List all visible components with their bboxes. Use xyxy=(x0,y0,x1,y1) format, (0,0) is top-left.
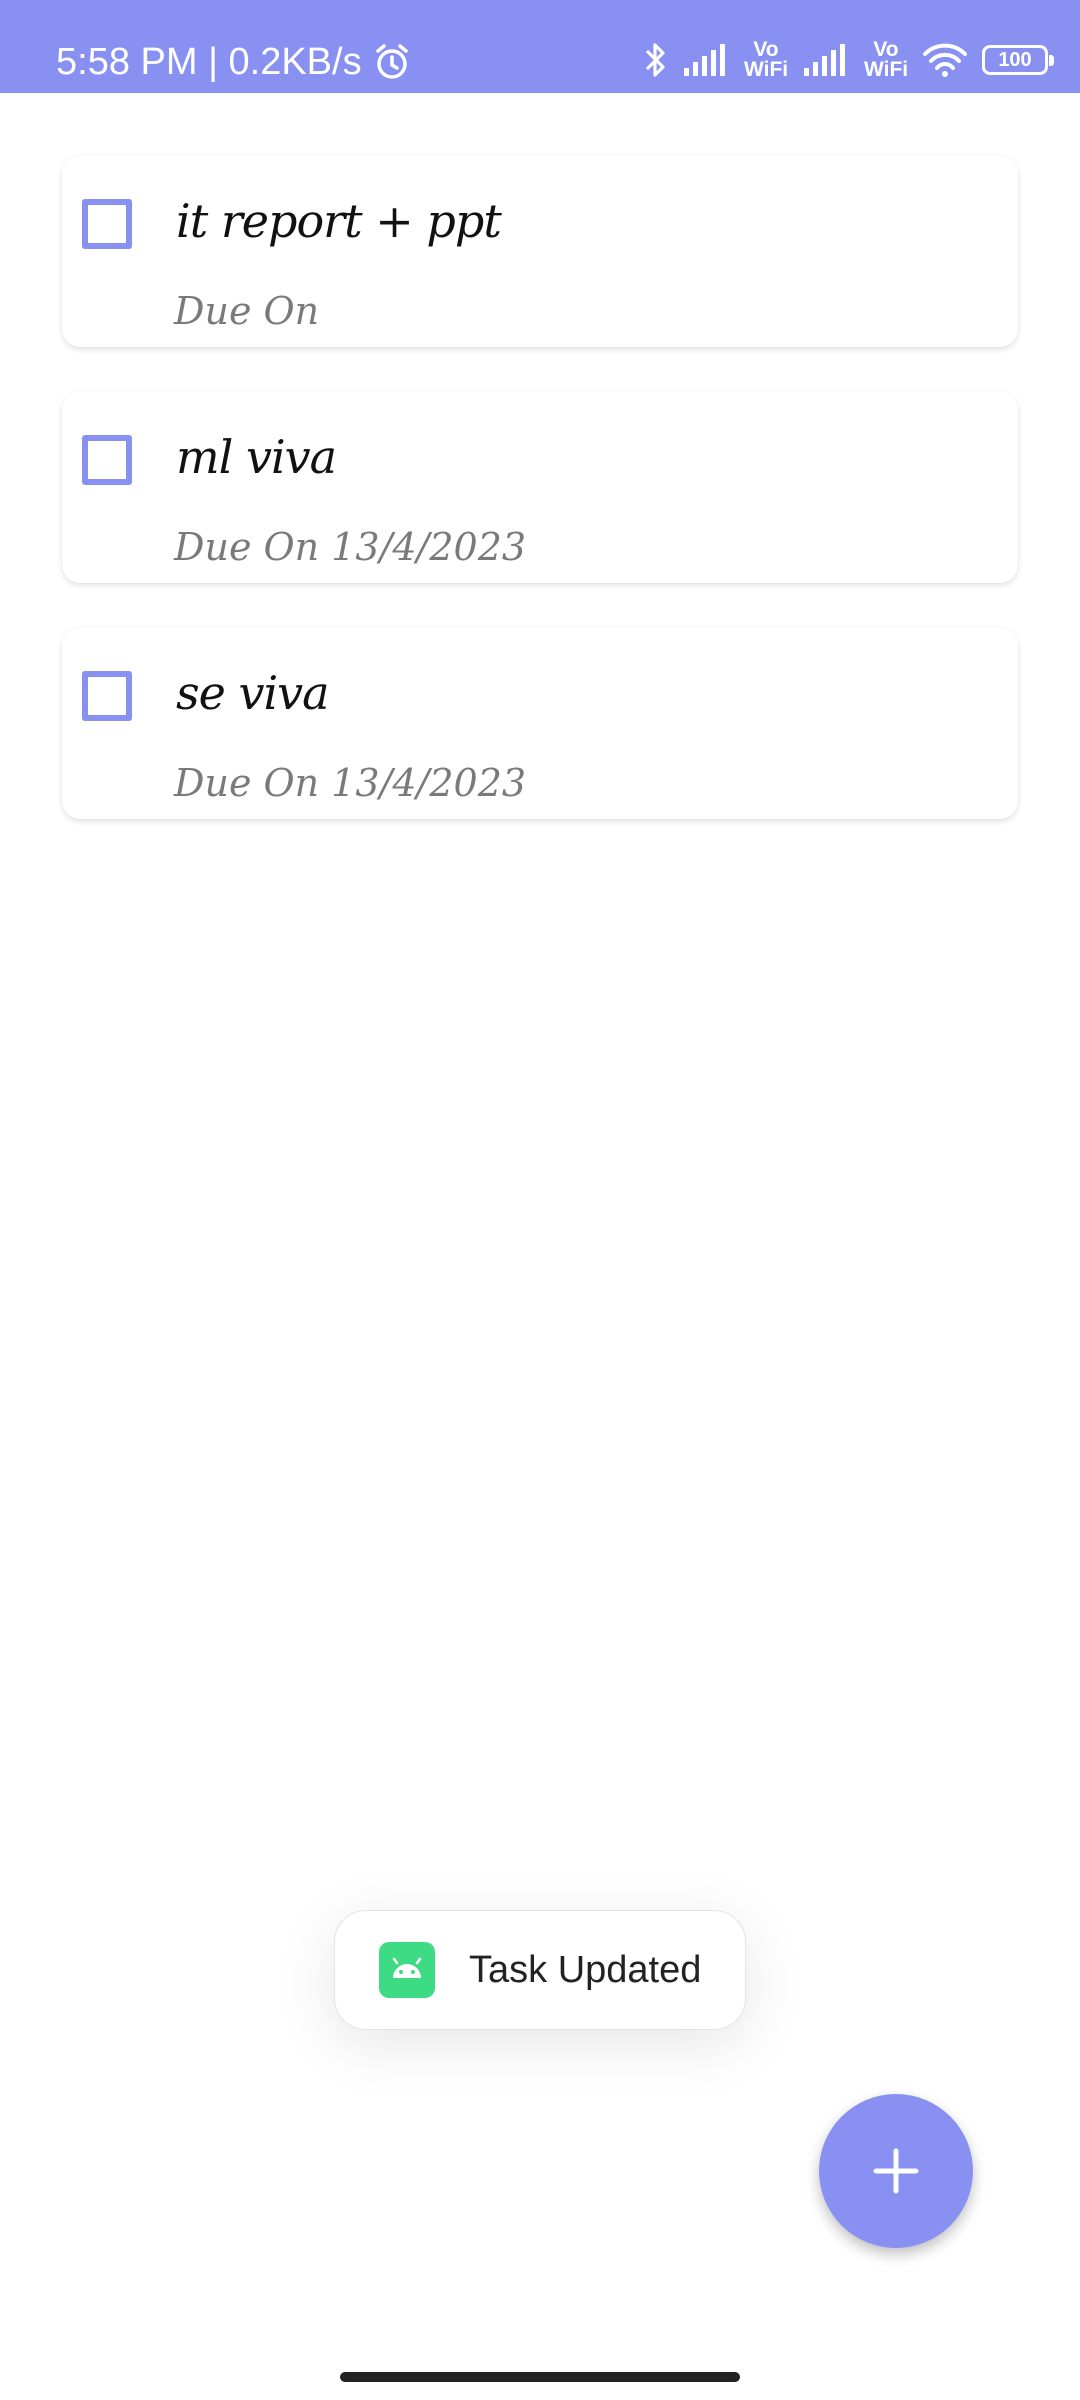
task-checkbox[interactable] xyxy=(82,199,132,249)
task-due-date: Due On 13/4/2023 xyxy=(174,525,527,569)
battery-indicator: 100 xyxy=(982,45,1054,75)
status-left: 5:58 PM | 0.2KB/s xyxy=(56,38,412,86)
task-title: se viva xyxy=(176,666,330,720)
vowifi-label-2: Vo WiFi xyxy=(864,38,909,81)
task-due-date: Due On xyxy=(174,289,320,333)
wifi-icon xyxy=(923,43,967,77)
home-gesture-bar[interactable] xyxy=(340,2372,740,2382)
status-right: Vo WiFi Vo WiFi 100 xyxy=(644,36,1054,84)
status-bar: 5:58 PM | 0.2KB/s Vo WiFi Vo WiFi 100 xyxy=(0,0,1080,93)
plus-icon xyxy=(873,2148,919,2194)
task-title: ml viva xyxy=(176,430,337,484)
task-card[interactable]: it report + ppt Due On xyxy=(62,155,1018,347)
signal-icon xyxy=(684,44,725,76)
task-card[interactable]: se viva Due On 13/4/2023 xyxy=(62,627,1018,819)
android-app-icon xyxy=(379,1942,435,1998)
signal-icon-2 xyxy=(804,44,845,76)
task-due-date: Due On 13/4/2023 xyxy=(174,761,527,805)
toast-text: Task Updated xyxy=(469,1948,702,1991)
time-and-network-speed: 5:58 PM | 0.2KB/s xyxy=(56,41,362,83)
alarm-icon xyxy=(375,44,408,79)
toast-message: Task Updated xyxy=(334,1910,746,2030)
vowifi-label-1: Vo WiFi xyxy=(744,38,789,81)
add-task-button[interactable] xyxy=(819,2094,973,2248)
task-card[interactable]: ml viva Due On 13/4/2023 xyxy=(62,391,1018,583)
task-list: it report + ppt Due On ml viva Due On 13… xyxy=(62,155,1018,863)
bluetooth-icon xyxy=(645,43,665,77)
task-title: it report + ppt xyxy=(176,194,502,248)
task-checkbox[interactable] xyxy=(82,671,132,721)
task-checkbox[interactable] xyxy=(82,435,132,485)
